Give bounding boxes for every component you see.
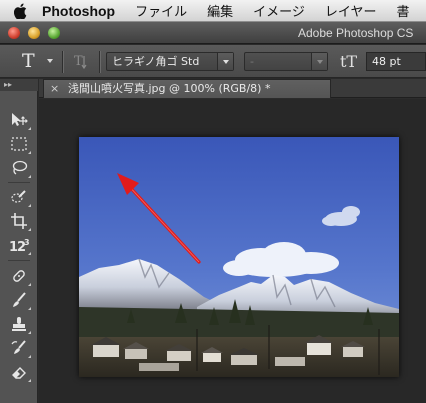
tools-divider <box>8 182 30 183</box>
tool-preset-dropdown-icon[interactable] <box>47 59 53 63</box>
svg-text:T: T <box>74 54 83 69</box>
close-window-button[interactable] <box>8 27 20 39</box>
font-size-icon: tT <box>340 52 358 71</box>
chevron-down-icon[interactable] <box>311 53 327 70</box>
menu-bar: Photoshop ファイル 編集 イメージ レイヤー 書 <box>0 0 426 22</box>
font-family-select[interactable]: ヒラギノ角ゴ Std <box>106 52 234 71</box>
zoom-window-button[interactable] <box>48 27 60 39</box>
mountain-landscape-image <box>79 137 399 377</box>
menu-type[interactable]: 書 <box>397 1 410 20</box>
options-separator <box>99 51 100 73</box>
menu-layer[interactable]: レイヤー <box>325 1 377 20</box>
options-bar: T T ヒラギノ角ゴ Std - tT 48 pt <box>0 45 426 78</box>
history-brush-tool-icon[interactable] <box>6 337 32 359</box>
quick-select-tool-icon[interactable] <box>6 186 32 208</box>
chevron-down-icon[interactable] <box>217 53 233 70</box>
menu-image[interactable]: イメージ <box>253 1 305 20</box>
window-title-bar: Adobe Photoshop CS <box>0 22 426 44</box>
ruler-tool-icon[interactable]: 123 <box>6 234 32 256</box>
close-tab-icon[interactable]: × <box>50 80 59 98</box>
horizontal-type-tool-icon[interactable]: T <box>22 50 35 72</box>
menu-file[interactable]: ファイル <box>135 1 187 20</box>
document-tab-title: 浅間山噴火写真.jpg @ 100% (RGB/8) * <box>68 82 271 95</box>
font-style-value: - <box>250 55 254 68</box>
tools-divider <box>8 260 30 261</box>
menu-app-name[interactable]: Photoshop <box>42 3 115 19</box>
font-size-field[interactable]: 48 pt <box>366 52 426 71</box>
document-tab-strip: × 浅間山噴火写真.jpg @ 100% (RGB/8) * <box>39 79 426 98</box>
eraser-tool-icon[interactable] <box>6 361 32 383</box>
options-separator <box>62 51 63 73</box>
panel-collapse-grip[interactable]: ▸▸ <box>0 79 38 91</box>
font-style-select[interactable]: - <box>244 52 328 71</box>
window-title: Adobe Photoshop CS <box>298 26 414 40</box>
apple-menu-icon[interactable] <box>14 3 28 19</box>
marquee-tool-icon[interactable] <box>6 133 32 155</box>
document-area: × 浅間山噴火写真.jpg @ 100% (RGB/8) * <box>39 79 426 403</box>
canvas-pasteboard[interactable] <box>39 99 426 403</box>
lasso-tool-icon[interactable] <box>6 157 32 179</box>
healing-brush-tool-icon[interactable] <box>6 265 32 287</box>
font-size-value: 48 pt <box>372 55 401 68</box>
svg-text:3: 3 <box>24 238 30 247</box>
brush-tool-icon[interactable] <box>6 289 32 311</box>
text-orientation-icon[interactable]: T <box>72 53 92 71</box>
menu-edit[interactable]: 編集 <box>207 1 233 20</box>
crop-tool-icon[interactable] <box>6 210 32 232</box>
clone-stamp-tool-icon[interactable] <box>6 313 32 335</box>
document-tab[interactable]: × 浅間山噴火写真.jpg @ 100% (RGB/8) * <box>43 79 331 98</box>
move-tool-icon[interactable] <box>6 109 32 131</box>
minimize-window-button[interactable] <box>28 27 40 39</box>
font-family-value: ヒラギノ角ゴ Std <box>112 55 200 68</box>
tools-panel: ▸▸ 123 <box>0 79 38 403</box>
document-canvas-photo[interactable] <box>79 137 399 377</box>
